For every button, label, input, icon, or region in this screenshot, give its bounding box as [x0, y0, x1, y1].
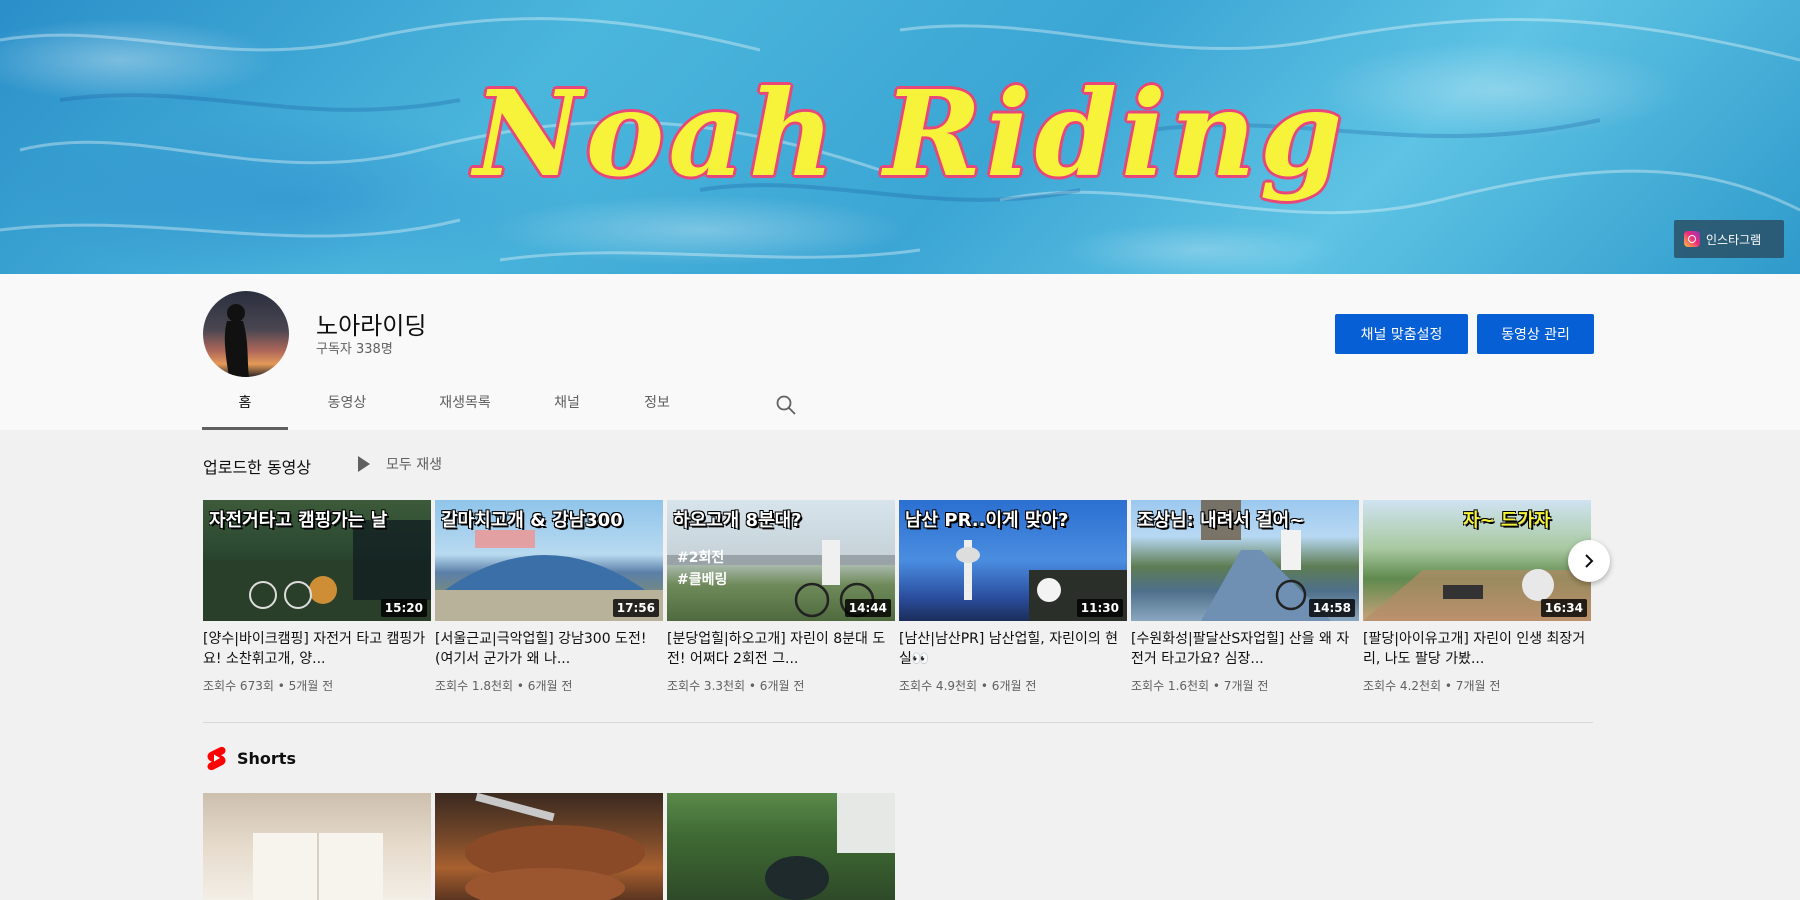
- video-meta: 조회수 673회 • 5개월 전: [203, 679, 334, 693]
- video-duration: 16:34: [1540, 599, 1587, 617]
- carousel-next-button[interactable]: [1568, 540, 1610, 582]
- channel-tabs: 홈 동영상 재생목록 채널 정보: [202, 374, 704, 430]
- channel-name: 노아라이딩: [316, 312, 427, 340]
- svg-text:#클베링: #클베링: [677, 571, 727, 588]
- video-title[interactable]: [남산|남산PR] 남산업힐, 자린이의 현실👀: [899, 629, 1127, 669]
- instagram-link-label: 인스타그램: [1706, 232, 1762, 247]
- video-meta: 조회수 4.2천회 • 7개월 전: [1363, 679, 1501, 693]
- video-meta: 조회수 1.6천회 • 7개월 전: [1131, 679, 1269, 693]
- play-icon: [358, 456, 370, 472]
- video-duration: 11:30: [1076, 599, 1123, 617]
- customize-channel-button[interactable]: 채널 맞춤설정: [1335, 314, 1468, 354]
- video-card[interactable]: 갈마치고개 & 강남300 17:56 [서울근교|극악업힐] 강남300 도전…: [435, 500, 663, 694]
- short-thumbnail[interactable]: [203, 793, 431, 900]
- video-card[interactable]: 남산 PR..이게 맞아? 11:30 [남산|남산PR] 남산업힐, 자린이의…: [899, 500, 1127, 694]
- instagram-link[interactable]: 인스타그램: [1674, 220, 1784, 258]
- instagram-icon: [1684, 231, 1700, 247]
- video-card[interactable]: 자~ 드가자 16:34 [팔당|아이유고개] 자린이 인생 최장거리, 나도 …: [1363, 500, 1591, 694]
- channel-avatar[interactable]: [203, 291, 289, 377]
- video-thumbnail[interactable]: 남산 PR..이게 맞아? 11:30: [899, 500, 1127, 621]
- thumbnail-caption: 자~ 드가자: [1463, 510, 1551, 531]
- video-title[interactable]: [서울근교|극악업힐] 강남300 도전! (여기서 군가가 왜 나...: [435, 629, 663, 669]
- video-title[interactable]: [양수|바이크캠핑] 자전거 타고 캠핑가요! 소찬휘고개, 양...: [203, 629, 431, 669]
- video-thumbnail[interactable]: #2회전 #클베링 하오고개 8분대? 14:44: [667, 500, 895, 621]
- tab-videos[interactable]: 동영상: [288, 374, 406, 430]
- video-thumbnail[interactable]: 조상님: 내려서 걸어~ 14:58: [1131, 500, 1359, 621]
- home-content: 업로드한 동영상 모두 재생 자전거타고 캠핑가는 날 15:20 [양수|바이…: [0, 430, 1800, 900]
- section-divider: [203, 722, 1593, 723]
- manage-videos-button[interactable]: 동영상 관리: [1477, 314, 1594, 354]
- short-scene: [765, 793, 895, 900]
- tab-about[interactable]: 정보: [610, 374, 704, 430]
- video-duration: 15:20: [380, 599, 427, 617]
- video-card[interactable]: 자전거타고 캠핑가는 날 15:20 [양수|바이크캠핑] 자전거 타고 캠핑가…: [203, 500, 431, 694]
- thumbnail-caption: 조상님: 내려서 걸어~: [1137, 510, 1305, 531]
- svg-text:#2회전: #2회전: [677, 549, 724, 566]
- thumbnail-caption: 자전거타고 캠핑가는 날: [209, 510, 388, 531]
- video-thumbnail[interactable]: 자전거타고 캠핑가는 날 15:20: [203, 500, 431, 621]
- thumbnail-caption: 하오고개 8분대?: [673, 510, 802, 531]
- short-scene: [253, 833, 383, 900]
- short-scene: [465, 793, 645, 900]
- search-icon[interactable]: [774, 393, 798, 417]
- thumbnail-caption: 남산 PR..이게 맞아?: [905, 510, 1069, 531]
- short-thumbnail[interactable]: [435, 793, 663, 900]
- video-duration: 14:44: [844, 599, 891, 617]
- tab-playlists[interactable]: 재생목록: [406, 374, 524, 430]
- video-meta: 조회수 3.3천회 • 6개월 전: [667, 679, 805, 693]
- video-card[interactable]: #2회전 #클베링 하오고개 8분대? 14:44 [분당업힐|하오고개] 자린…: [667, 500, 895, 694]
- play-all-label: 모두 재생: [386, 457, 442, 473]
- shorts-section-title: Shorts: [205, 746, 296, 770]
- channel-header: 노아라이딩 구독자 338명 채널 맞춤설정 동영상 관리 홈 동영상 재생목록…: [0, 274, 1800, 430]
- video-title[interactable]: [팔당|아이유고개] 자린이 인생 최장거리, 나도 팔당 가봤...: [1363, 629, 1591, 669]
- uploads-row: 자전거타고 캠핑가는 날 15:20 [양수|바이크캠핑] 자전거 타고 캠핑가…: [203, 500, 1593, 700]
- uploads-section-title: 업로드한 동영상: [203, 458, 312, 477]
- video-meta: 조회수 1.8천회 • 6개월 전: [435, 679, 573, 693]
- short-thumbnail[interactable]: [667, 793, 895, 900]
- thumbnail-caption: 갈마치고개 & 강남300: [441, 510, 623, 531]
- video-title[interactable]: [수원화성|팔달산S자업힐] 산을 왜 자전거 타고가요? 심장...: [1131, 629, 1359, 669]
- play-all-button[interactable]: 모두 재생: [358, 454, 442, 474]
- avatar-silhouette: [224, 304, 249, 377]
- tab-home[interactable]: 홈: [202, 374, 288, 430]
- video-thumbnail[interactable]: 갈마치고개 & 강남300 17:56: [435, 500, 663, 621]
- shorts-icon: [207, 746, 226, 770]
- shorts-label: Shorts: [237, 748, 296, 768]
- video-title[interactable]: [분당업힐|하오고개] 자린이 8분대 도전! 어쩌다 2회전 그...: [667, 629, 895, 669]
- video-meta: 조회수 4.9천회 • 6개월 전: [899, 679, 1037, 693]
- tab-channels[interactable]: 채널: [524, 374, 610, 430]
- video-duration: 14:58: [1308, 599, 1355, 617]
- video-duration: 17:56: [612, 599, 659, 617]
- video-thumbnail[interactable]: 자~ 드가자 16:34: [1363, 500, 1591, 621]
- banner-title: Noah Riding: [473, 64, 1347, 203]
- channel-banner: Noah Riding 인스타그램: [0, 0, 1800, 274]
- subscriber-count: 구독자 338명: [316, 342, 393, 357]
- chevron-right-icon: [1585, 554, 1594, 568]
- video-card[interactable]: 조상님: 내려서 걸어~ 14:58 [수원화성|팔달산S자업힐] 산을 왜 자…: [1131, 500, 1359, 694]
